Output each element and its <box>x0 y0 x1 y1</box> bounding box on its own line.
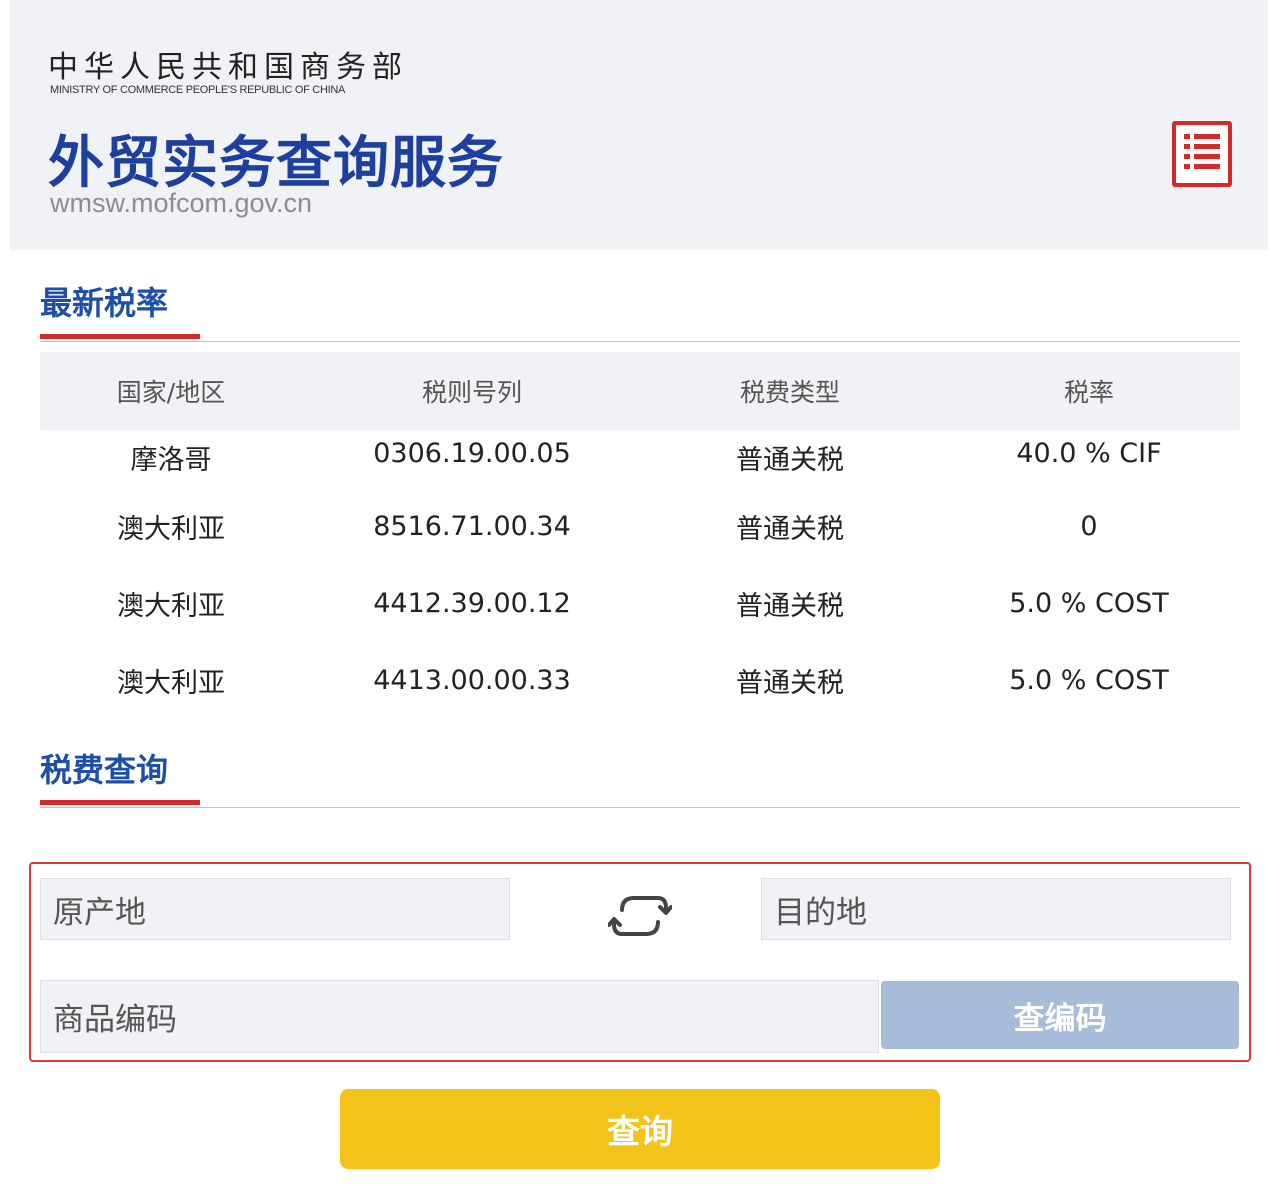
column-header-tariff-code: 税则号列 <box>302 352 642 430</box>
list-menu-icon <box>1184 134 1220 169</box>
cell-country: 澳大利亚 <box>117 591 225 622</box>
query-button[interactable]: 查询 <box>340 1089 940 1169</box>
ministry-name-cn: 中华人民共和国商务部 <box>48 50 408 85</box>
tax-query-underline <box>40 800 200 805</box>
cell-tariff-code: 0306.19.00.05 <box>373 438 571 469</box>
destination-input[interactable]: 目的地 <box>761 878 1231 940</box>
cell-tax-type: 普通关税 <box>736 591 844 622</box>
tax-query-title: 税费查询 <box>40 751 169 789</box>
cell-rate: 5.0 % COST <box>1009 588 1169 619</box>
app-url: wmsw.mofcom.gov.cn <box>50 188 313 218</box>
table-row[interactable]: 澳大利亚 4412.39.00.12 普通关税 5.0 % COST <box>40 565 1240 642</box>
column-header-tax-type: 税费类型 <box>642 352 938 430</box>
page: 中华人民共和国商务部 MINISTRY OF COMMERCE PEOPLE'S… <box>0 0 1280 1194</box>
menu-button[interactable] <box>1172 121 1232 187</box>
column-header-country: 国家/地区 <box>40 352 302 430</box>
swap-icon[interactable] <box>607 892 673 940</box>
ministry-name-en: MINISTRY OF COMMERCE PEOPLE'S REPUBLIC O… <box>50 84 346 96</box>
cell-tax-type: 普通关税 <box>736 668 844 699</box>
site-header: 中华人民共和国商务部 MINISTRY OF COMMERCE PEOPLE'S… <box>10 0 1268 250</box>
latest-rates-table: 国家/地区 税则号列 税费类型 税率 摩洛哥 0306.19.00.05 普通关… <box>40 352 1240 719</box>
latest-rates-underline <box>40 334 200 339</box>
tax-query-divider <box>40 807 1240 808</box>
cell-tariff-code: 8516.71.00.34 <box>373 511 571 542</box>
cell-tax-type: 普通关税 <box>736 445 844 476</box>
product-code-input[interactable]: 商品编码 <box>40 980 879 1053</box>
column-header-rate: 税率 <box>938 352 1240 430</box>
cell-country: 摩洛哥 <box>130 445 212 476</box>
cell-tax-type: 普通关税 <box>736 514 844 545</box>
cell-country: 澳大利亚 <box>117 514 225 545</box>
latest-rates-divider <box>40 341 1240 342</box>
cell-tariff-code: 4412.39.00.12 <box>373 588 571 619</box>
latest-rates-title: 最新税率 <box>40 284 169 322</box>
cell-tariff-code: 4413.00.00.33 <box>373 665 571 696</box>
table-header-row: 国家/地区 税则号列 税费类型 税率 <box>40 352 1240 430</box>
cell-rate: 5.0 % COST <box>1009 665 1169 696</box>
cell-rate: 40.0 % CIF <box>1016 438 1162 469</box>
table-row[interactable]: 澳大利亚 4413.00.00.33 普通关税 5.0 % COST <box>40 642 1240 719</box>
app-title: 外贸实务查询服务 <box>48 131 504 196</box>
lookup-code-button[interactable]: 查编码 <box>881 981 1239 1049</box>
table-row[interactable]: 摩洛哥 0306.19.00.05 普通关税 40.0 % CIF <box>40 430 1240 488</box>
cell-rate: 0 <box>1080 511 1098 542</box>
origin-input[interactable]: 原产地 <box>40 878 510 940</box>
table-row[interactable]: 澳大利亚 8516.71.00.34 普通关税 0 <box>40 488 1240 565</box>
cell-country: 澳大利亚 <box>117 668 225 699</box>
